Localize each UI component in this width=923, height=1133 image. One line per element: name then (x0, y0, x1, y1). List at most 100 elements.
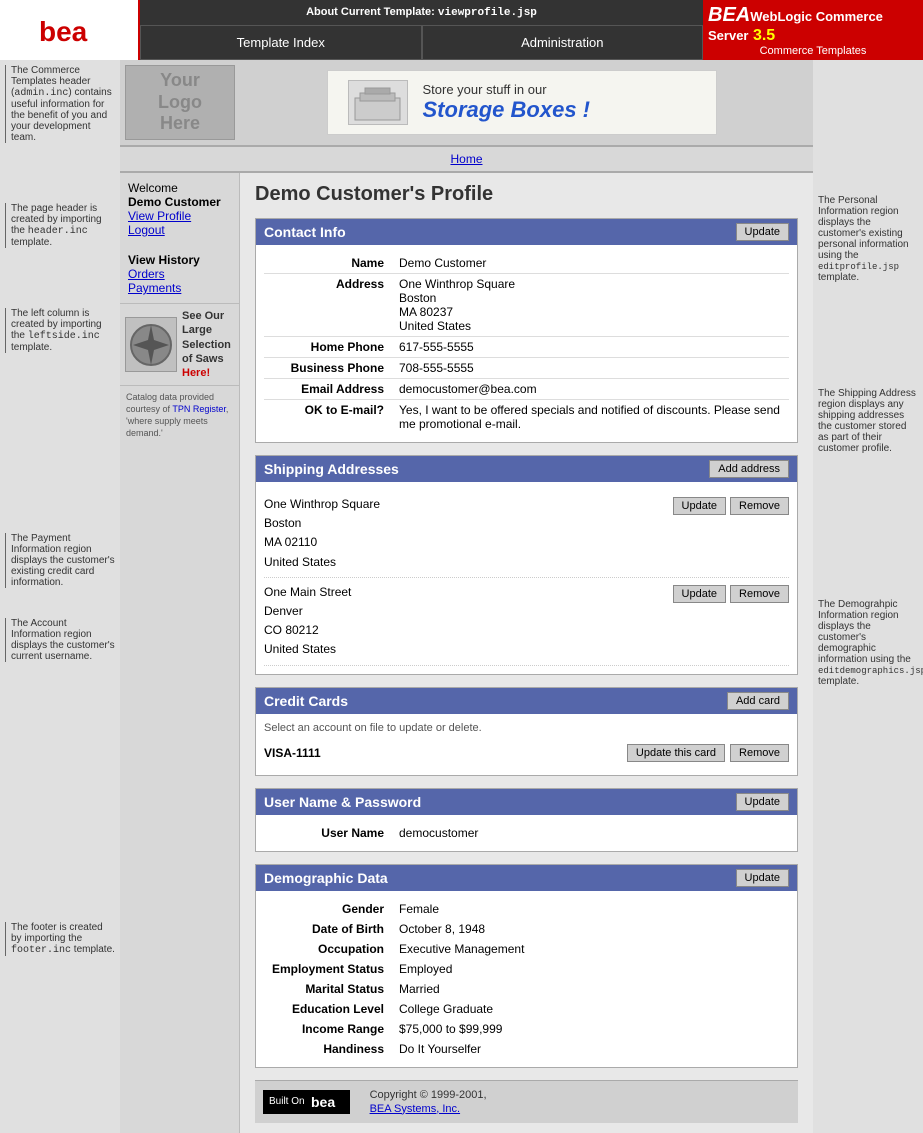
username-body: User Name democustomer (256, 815, 797, 851)
shipping-header: Shipping Addresses Add address (256, 456, 797, 482)
banner-text: Store your stuff in our Storage Boxes ! (423, 82, 591, 123)
shipping-title: Shipping Addresses (264, 461, 399, 477)
table-row: Occupation Executive Management (264, 939, 789, 959)
right-annotation-2: The Shipping Address region displays any… (818, 388, 918, 454)
contact-info-section: Contact Info Update Name Demo Customer A… (255, 218, 798, 443)
current-template-label: About Current Template: (306, 6, 435, 18)
built-on: Built On bea (263, 1090, 350, 1114)
cc-name: VISA-1111 (264, 746, 321, 760)
username-header: User Name & Password Update (256, 789, 797, 815)
view-history-title: View History (128, 253, 231, 267)
email-label: Email Address (264, 379, 394, 400)
copyright-text: Copyright © 1999-2001, (370, 1089, 487, 1101)
username-table: User Name democustomer (264, 823, 789, 843)
credit-cards-body: Select an account on file to update or d… (256, 714, 797, 775)
username-update-btn[interactable]: Update (736, 793, 789, 811)
view-profile-link[interactable]: View Profile (128, 209, 231, 223)
remove-card-btn[interactable]: Remove (730, 744, 789, 762)
tpn-link[interactable]: TPN Register (172, 404, 226, 414)
annotation-6-text: The footer is created by importing the f… (11, 922, 115, 956)
bea-logo: bea (34, 10, 104, 50)
update-address-1-btn[interactable]: Update (673, 497, 726, 515)
contact-table: Name Demo Customer Address One Winthrop … (264, 253, 789, 434)
add-card-btn[interactable]: Add card (727, 692, 789, 710)
nav-center: About Current Template: viewprofile.jsp … (140, 0, 703, 60)
demo-value-gender: Female (394, 899, 789, 919)
annotation-3-text: The left column is created by importing … (11, 308, 115, 353)
payments-link[interactable]: Payments (128, 281, 231, 295)
update-card-btn[interactable]: Update this card (627, 744, 725, 762)
update-address-2-btn[interactable]: Update (673, 585, 726, 603)
contact-info-body: Name Demo Customer Address One Winthrop … (256, 245, 797, 442)
main-wrapper: The Commerce Templates header (admin.inc… (0, 60, 923, 1133)
table-row: Income Range $75,000 to $99,999 (264, 1019, 789, 1039)
profile-title: Demo Customer's Profile (255, 183, 798, 206)
address-text-1: One Winthrop SquareBostonMA 02110United … (264, 495, 380, 572)
demo-label-employment: Employment Status (264, 959, 394, 979)
contact-update-btn[interactable]: Update (736, 223, 789, 241)
logout-link[interactable]: Logout (128, 223, 231, 237)
template-index-link[interactable]: Template Index (140, 25, 422, 60)
demo-label-gender: Gender (264, 899, 394, 919)
bea-brand-area: BEAWebLogic Commerce Server 3.5 Commerce… (703, 0, 923, 60)
ok-email-label: OK to E-mail? (264, 400, 394, 435)
demographics-table: Gender Female Date of Birth October 8, 1… (264, 899, 789, 1059)
built-on-label: Built On (269, 1096, 305, 1107)
catalog-credit: Catalog data provided courtesy of TPN Re… (120, 386, 239, 445)
contact-info-title: Contact Info (264, 224, 346, 240)
demo-label-marital: Marital Status (264, 979, 394, 999)
logo-area: bea (0, 0, 140, 60)
orders-link[interactable]: Orders (128, 267, 231, 281)
demo-value-dob: October 8, 1948 (394, 919, 789, 939)
table-row: Marital Status Married (264, 979, 789, 999)
annotation-1-text: The Commerce Templates header (admin.inc… (11, 65, 115, 143)
annotation-2: The page header is created by importing … (5, 203, 115, 248)
credit-cards-title: Credit Cards (264, 693, 348, 709)
name-label: Name (264, 253, 394, 274)
footer-text-block: Copyright © 1999-2001, BEA Systems, Inc. (370, 1089, 487, 1115)
business-phone-label: Business Phone (264, 358, 394, 379)
shipping-section: Shipping Addresses Add address One Winth… (255, 455, 798, 675)
right-ann-1-text: The Personal Information region displays… (818, 195, 918, 283)
page-header: YourLogoHere Store your stuff in our Sto… (120, 60, 813, 146)
remove-address-2-btn[interactable]: Remove (730, 585, 789, 603)
top-bar: bea About Current Template: viewprofile.… (0, 0, 923, 60)
add-address-btn[interactable]: Add address (709, 460, 789, 478)
table-row: Handiness Do It Yourselfer (264, 1039, 789, 1059)
banner: Store your stuff in our Storage Boxes ! (327, 70, 717, 135)
address-row-1: One Winthrop SquareBostonMA 02110United … (264, 490, 789, 578)
user-name-value: democustomer (394, 823, 789, 843)
main-content: Demo Customer's Profile Contact Info Upd… (240, 173, 813, 1133)
business-phone-value: 708-555-5555 (394, 358, 789, 379)
demographics-section: Demographic Data Update Gender Female Da… (255, 864, 798, 1068)
demo-value-occupation: Executive Management (394, 939, 789, 959)
annotation-1: The Commerce Templates header (admin.inc… (5, 65, 115, 143)
annotation-4-text: The Payment Information region displays … (11, 533, 115, 588)
cc-row: VISA-1111 Update this card Remove (264, 739, 789, 767)
banner-top-text: Store your stuff in our (423, 82, 591, 97)
email-value: democustomer@bea.com (394, 379, 789, 400)
annotation-3: The left column is created by importing … (5, 308, 115, 353)
demo-value-education: College Graduate (394, 999, 789, 1019)
contact-info-header: Contact Info Update (256, 219, 797, 245)
demo-label-income: Income Range (264, 1019, 394, 1039)
company-link[interactable]: BEA Systems, Inc. (370, 1103, 460, 1115)
demographics-update-btn[interactable]: Update (736, 869, 789, 887)
cc-select-note: Select an account on file to update or d… (264, 722, 789, 734)
version-text: 3.5 (753, 27, 775, 44)
demographics-body: Gender Female Date of Birth October 8, 1… (256, 891, 797, 1067)
sidebar-customer-name: Demo Customer (128, 195, 221, 209)
remove-address-1-btn[interactable]: Remove (730, 497, 789, 515)
demo-value-handiness: Do It Yourselfer (394, 1039, 789, 1059)
demo-label-dob: Date of Birth (264, 919, 394, 939)
home-link[interactable]: Home (435, 150, 497, 168)
administration-link[interactable]: Administration (422, 25, 704, 60)
shipping-body: One Winthrop SquareBostonMA 02110United … (256, 482, 797, 674)
left-annotations: The Commerce Templates header (admin.inc… (0, 60, 120, 1133)
banner-area: Store your stuff in our Storage Boxes ! (235, 65, 808, 140)
sidebar-history: View History Orders Payments (120, 245, 239, 303)
annotation-5-text: The Account Information region displays … (11, 618, 115, 662)
current-template-value: viewprofile.jsp (438, 7, 537, 19)
address-btns-2: Update Remove (673, 585, 789, 603)
address-value: One Winthrop Square Boston MA 80237 Unit… (394, 274, 789, 337)
